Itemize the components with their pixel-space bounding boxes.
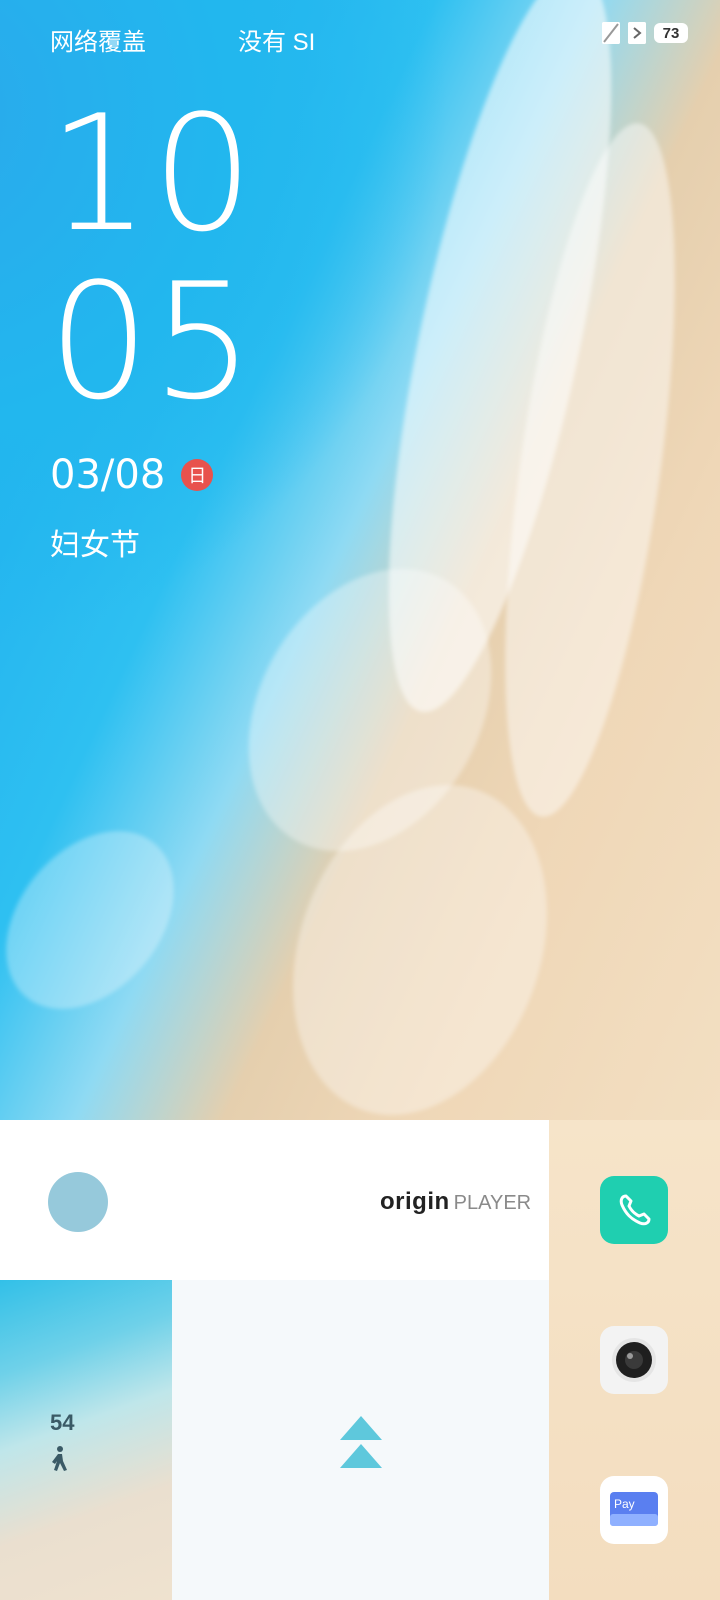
holiday-label: 妇女节 (50, 529, 140, 562)
walk-icon (52, 1446, 67, 1471)
lockscreen-clock: 10 05 (48, 90, 256, 426)
origin-player-logo: origin PLAYER (380, 1188, 531, 1216)
player-album-art[interactable] (48, 1172, 108, 1232)
weekday-badge: 日 (181, 459, 214, 491)
carrier-label-2: 没有 SI (238, 29, 316, 56)
date-row: 03/08 日 (50, 452, 214, 498)
battery-icon: 73 (654, 23, 688, 43)
clock-hour: 10 (48, 80, 256, 267)
phone-icon[interactable] (600, 1176, 668, 1244)
date-text: 03/08 (50, 452, 166, 498)
camera-icon[interactable] (600, 1326, 668, 1394)
nfc-icon (602, 22, 620, 44)
steps-widget[interactable] (0, 1280, 172, 1600)
status-bar: 网络覆盖 没有 SI 73 (0, 0, 720, 70)
origin-logo-main: origin (380, 1188, 450, 1215)
status-icons: 73 (602, 22, 688, 44)
swipe-up-icon[interactable] (340, 1416, 382, 1472)
origin-logo-sub: PLAYER (453, 1192, 532, 1214)
pay-label: Pay (614, 1497, 635, 1511)
carrier-label-1: 网络覆盖 (50, 29, 146, 56)
steps-count: 54 (50, 1410, 75, 1435)
clock-minute: 05 (48, 248, 256, 435)
vibrate-icon (628, 22, 646, 44)
pay-icon[interactable]: Pay (600, 1476, 668, 1544)
